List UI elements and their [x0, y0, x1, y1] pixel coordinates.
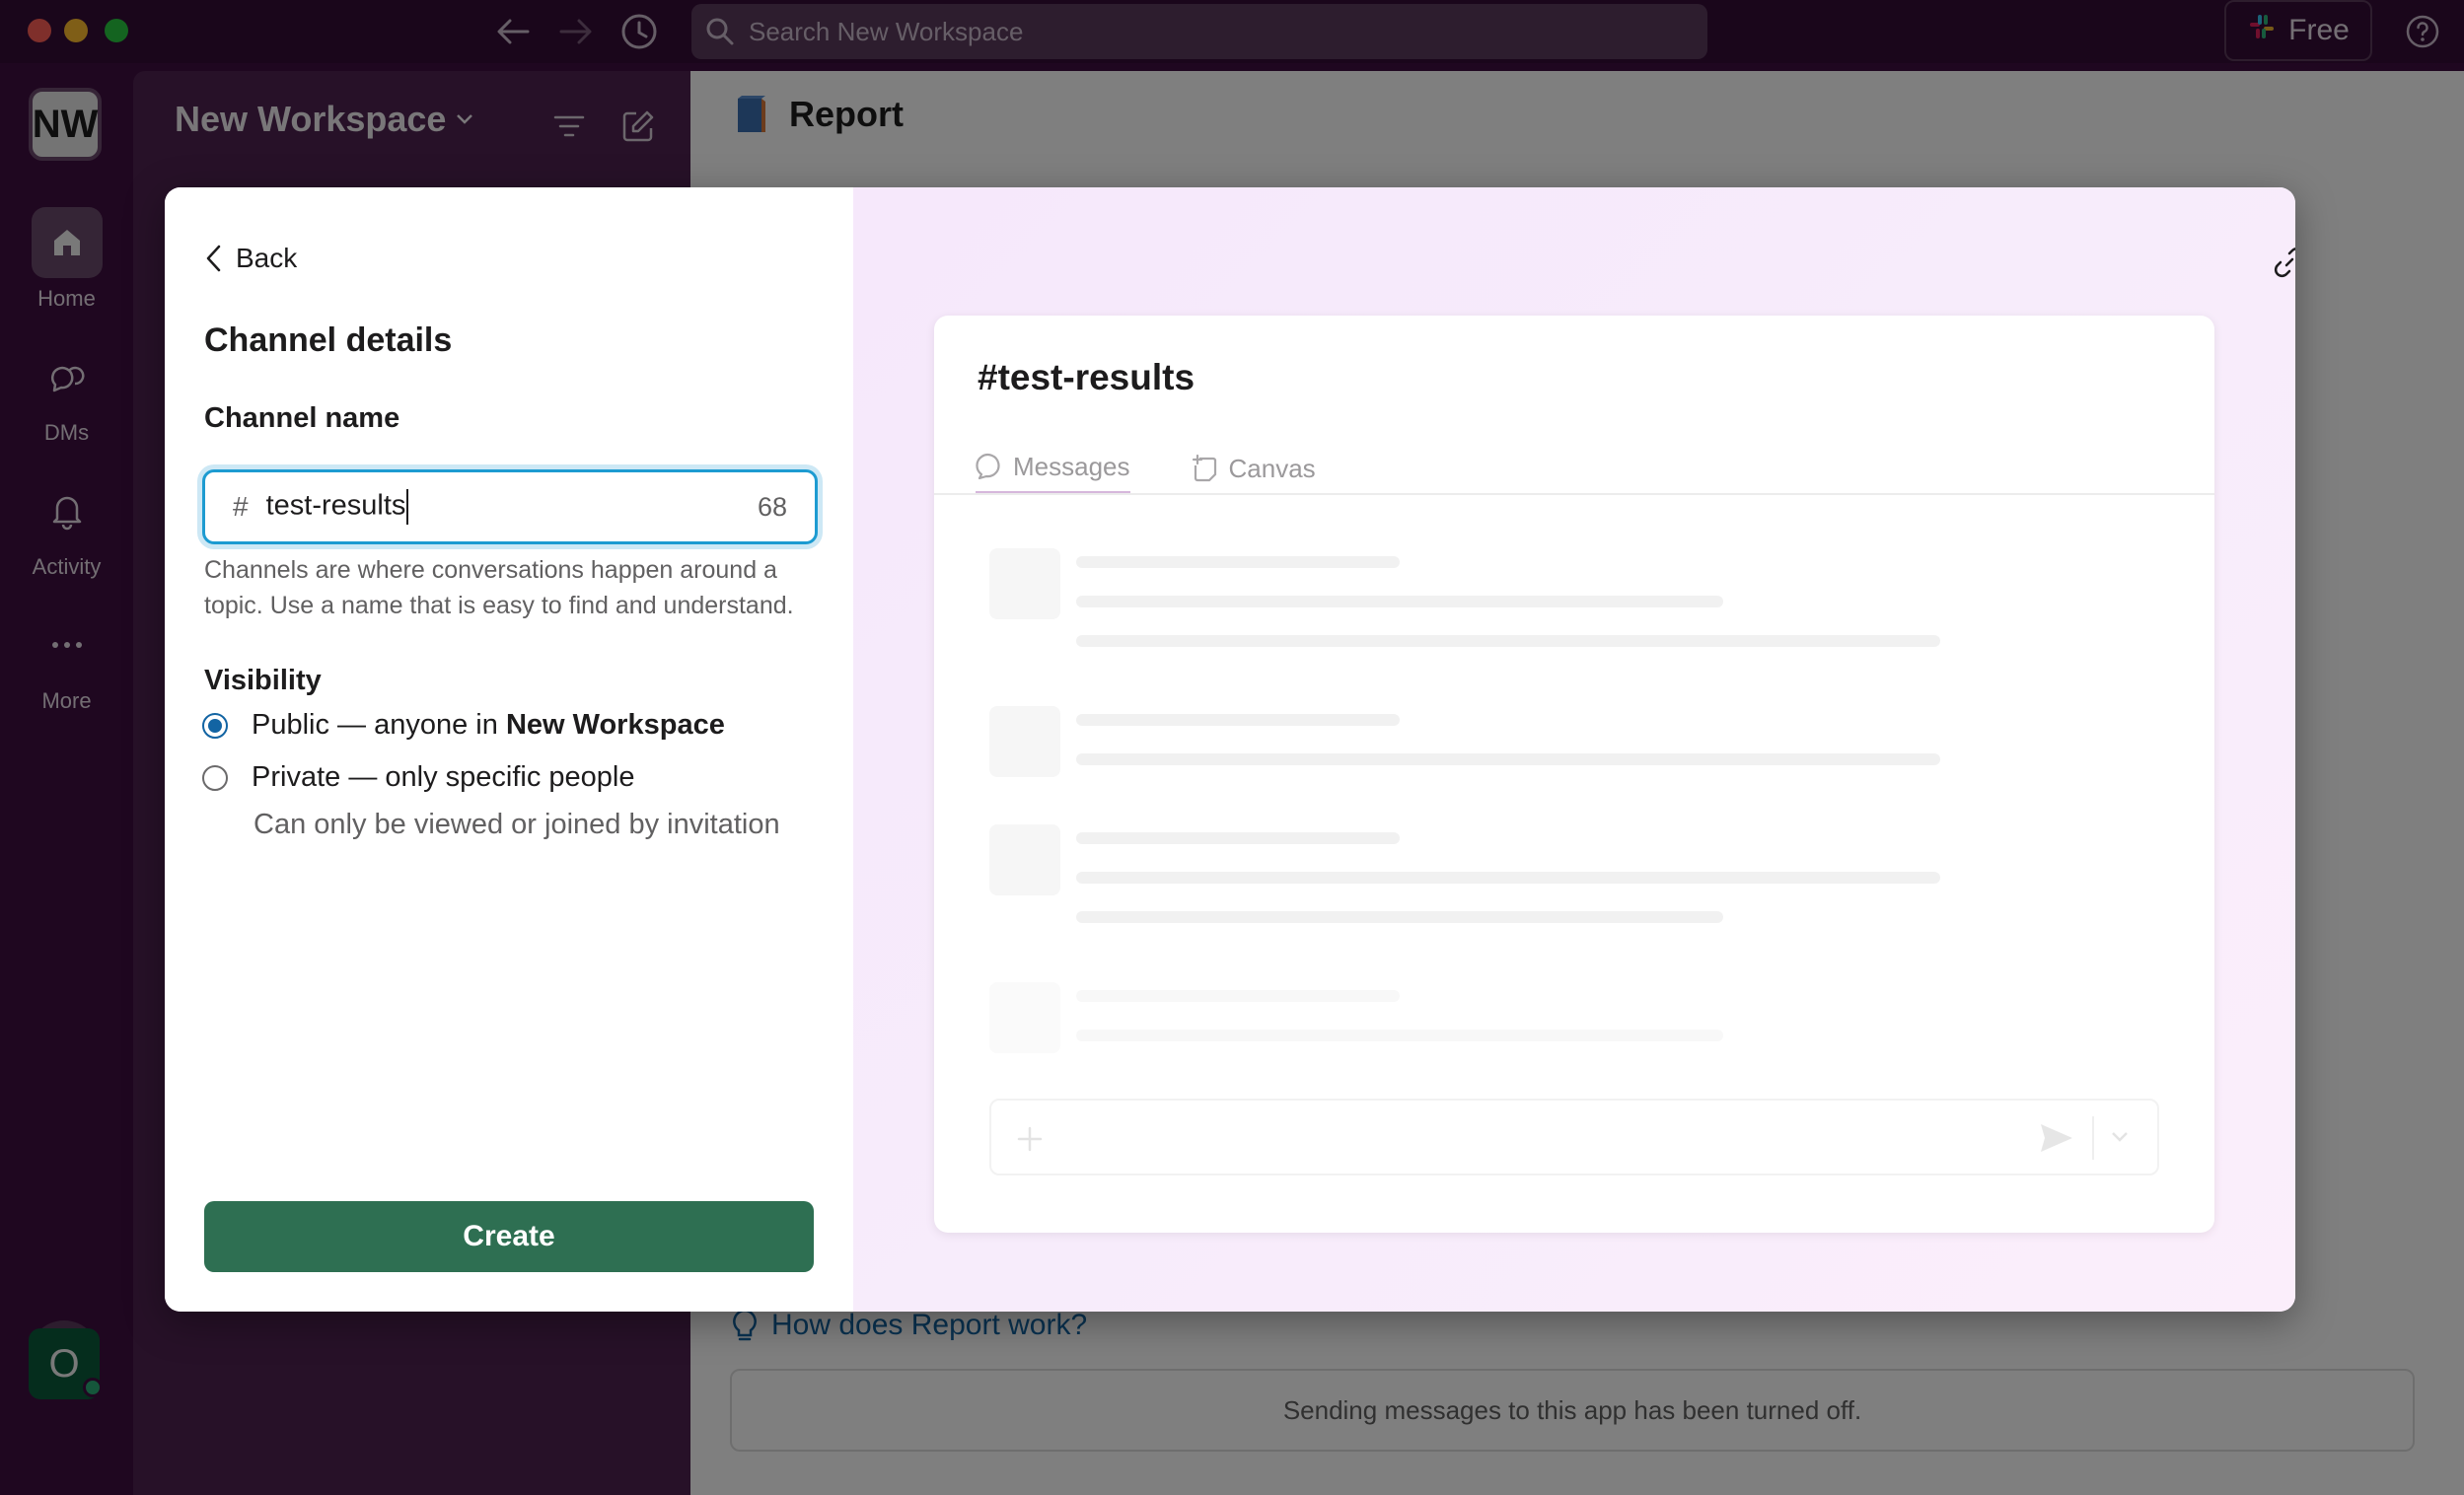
private-radio[interactable]: [202, 764, 228, 791]
private-option-description: Can only be viewed or joined by invitati…: [254, 809, 780, 840]
tab-messages: Messages: [976, 442, 1130, 495]
skeleton-avatar: [989, 548, 1060, 619]
tab-canvas: Canvas: [1190, 442, 1316, 495]
tab-divider: [934, 493, 2214, 495]
text-caret: [406, 489, 409, 525]
channel-details-form: Back Channel details Channel name # test…: [165, 187, 853, 1312]
chevron-down-icon: [2112, 1132, 2128, 1142]
preview-channel-title: #test-results: [978, 357, 1196, 397]
create-channel-modal: Back Channel details Channel name # test…: [165, 187, 2295, 1312]
channel-name-value: test-results: [265, 489, 406, 522]
skeleton-avatar: [989, 824, 1060, 895]
skeleton-line: [1076, 596, 1723, 607]
channel-name-input[interactable]: # test-results 68: [202, 469, 818, 544]
tab-label: Canvas: [1228, 453, 1316, 483]
skeleton-avatar: [989, 706, 1060, 777]
modal-title: Channel details: [204, 321, 453, 359]
public-option-workspace: New Workspace: [505, 709, 725, 741]
channel-preview-pane: #test-results Messages Canvas: [853, 187, 2295, 1312]
public-radio[interactable]: [202, 712, 228, 739]
skeleton-line: [1076, 872, 1940, 884]
skeleton-line: [1076, 990, 1400, 1002]
preview-composer: [989, 1099, 2159, 1175]
public-option-text: Public — anyone in: [252, 709, 506, 741]
back-label: Back: [236, 243, 298, 273]
channel-name-helper: Channels are where conversations happen …: [204, 556, 794, 619]
composer-divider: [2092, 1116, 2094, 1160]
skeleton-line: [1076, 832, 1400, 844]
skeleton-line: [1076, 714, 1400, 726]
visibility-label: Visibility: [204, 665, 322, 696]
channel-name-field[interactable]: test-results: [266, 489, 758, 525]
back-button[interactable]: Back: [204, 243, 297, 274]
skeleton-line: [1076, 753, 1940, 765]
visibility-public-option[interactable]: Public — anyone in New Workspace: [202, 709, 725, 742]
visibility-private-option[interactable]: Private — only specific people: [202, 761, 634, 794]
hash-prefix: #: [233, 491, 249, 522]
tab-label: Messages: [1013, 451, 1130, 481]
channel-name-label: Channel name: [204, 402, 400, 434]
canvas-icon: [1192, 454, 1216, 482]
skeleton-avatar: [989, 982, 1060, 1053]
skeleton-line: [1076, 635, 1940, 647]
skeleton-line: [1076, 911, 1723, 923]
copy-link-icon[interactable]: [2264, 237, 2295, 288]
chevron-left-icon: [206, 245, 221, 272]
plus-icon: [1017, 1126, 1043, 1152]
channel-preview-card: #test-results Messages Canvas: [934, 316, 2214, 1233]
message-bubble-icon: [976, 454, 1000, 480]
send-icon: [2041, 1124, 2072, 1152]
skeleton-line: [1076, 1030, 1723, 1041]
skeleton-line: [1076, 556, 1400, 568]
preview-tabs: Messages Canvas: [976, 442, 1316, 495]
char-remaining-count: 68: [757, 491, 787, 522]
create-button[interactable]: Create: [204, 1201, 814, 1272]
private-option-label: Private — only specific people: [252, 761, 635, 793]
public-option-label: Public — anyone in New Workspace: [252, 709, 725, 742]
